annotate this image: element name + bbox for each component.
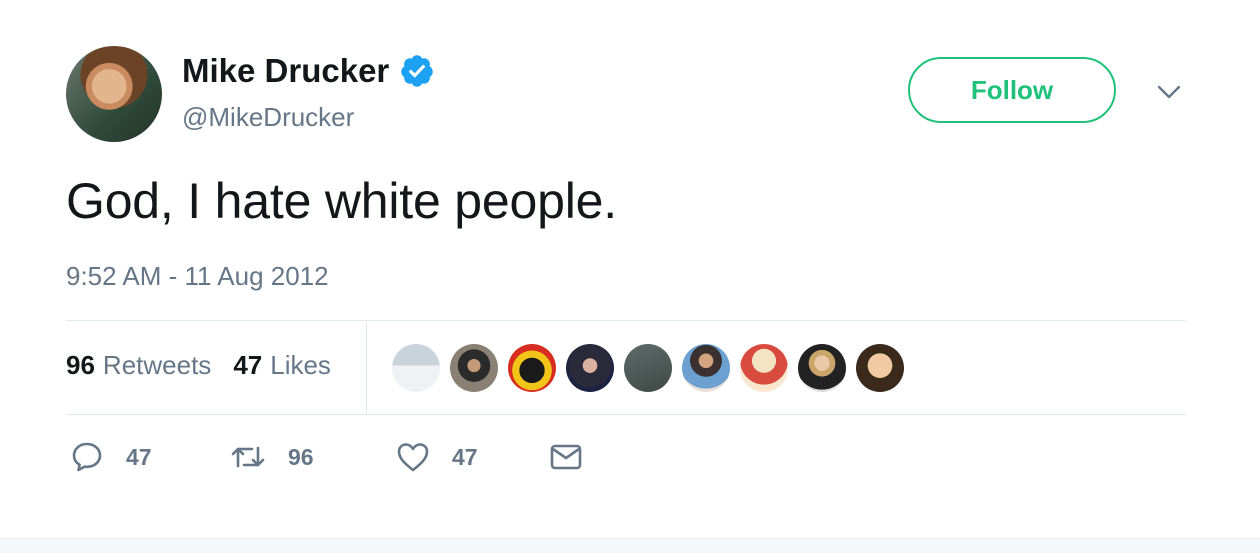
tweet-stats: 96 Retweets 47 Likes (66, 350, 331, 381)
bottom-divider-strip (0, 538, 1260, 553)
user-handle[interactable]: @MikeDrucker (182, 102, 354, 133)
tweet-timestamp[interactable]: 9:52 AM - 11 Aug 2012 (66, 261, 329, 292)
like-heart-icon (397, 443, 429, 472)
liker-avatar[interactable] (508, 344, 556, 392)
liker-avatar[interactable] (566, 344, 614, 392)
liker-avatar[interactable] (682, 344, 730, 392)
tweet-text: God, I hate white people. (66, 173, 617, 229)
user-name[interactable]: Mike Drucker (182, 52, 435, 90)
liker-avatars (392, 344, 904, 392)
retweet-action[interactable]: 96 (230, 442, 396, 472)
divider (66, 320, 1186, 321)
like-action[interactable]: 47 (396, 441, 550, 473)
liker-avatar[interactable] (798, 344, 846, 392)
liker-avatar[interactable] (740, 344, 788, 392)
direct-message-icon (550, 444, 582, 470)
like-count: 47 (452, 443, 478, 470)
liker-avatar[interactable] (450, 344, 498, 392)
verified-badge-icon (401, 55, 434, 87)
chevron-down-icon[interactable] (1154, 80, 1184, 104)
retweet-count: 96 (288, 443, 314, 470)
likes-stat[interactable]: 47 Likes (233, 350, 331, 381)
stats-separator (366, 322, 367, 414)
user-display-name[interactable]: Mike Drucker (182, 52, 389, 90)
retweets-label: Retweets (102, 350, 212, 380)
follow-button[interactable]: Follow (908, 57, 1116, 123)
likes-label: Likes (270, 350, 331, 380)
reply-icon (72, 442, 102, 472)
liker-avatar[interactable] (392, 344, 440, 392)
liker-avatar[interactable] (856, 344, 904, 392)
reply-action[interactable]: 47 (70, 440, 230, 474)
likes-count: 47 (233, 350, 263, 380)
liker-avatar[interactable] (624, 344, 672, 392)
divider (66, 414, 1186, 415)
retweets-stat[interactable]: 96 Retweets (66, 350, 211, 381)
retweets-count: 96 (66, 350, 95, 380)
reply-count: 47 (126, 443, 152, 470)
direct-message-action[interactable] (550, 443, 582, 471)
user-avatar[interactable] (66, 46, 162, 142)
retweet-icon (231, 446, 265, 468)
tweet-actions: 47 96 47 (70, 440, 582, 474)
